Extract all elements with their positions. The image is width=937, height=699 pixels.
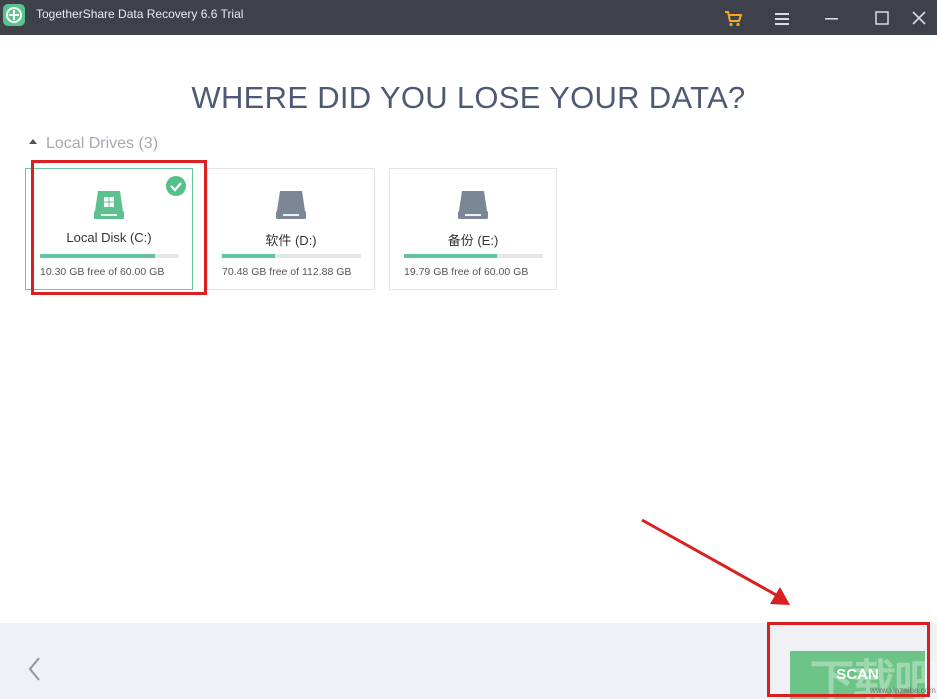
drive-label: 备份 (E:) xyxy=(447,233,499,248)
annotation-box-scan xyxy=(767,622,930,697)
back-button[interactable] xyxy=(24,655,44,683)
close-icon xyxy=(912,11,926,25)
menu-icon xyxy=(775,13,789,25)
maximize-icon xyxy=(875,11,889,25)
chevron-left-icon xyxy=(28,657,40,681)
menu-button[interactable] xyxy=(769,5,795,31)
cart-icon xyxy=(725,11,743,27)
minimize-button[interactable] xyxy=(819,5,845,31)
drive-icon xyxy=(458,191,488,219)
title-bar: TogetherShare Data Recovery 6.6 Trial xyxy=(0,0,937,35)
minimize-icon xyxy=(825,18,838,20)
drive-free-space: 19.79 GB free of 60.00 GB xyxy=(404,266,529,278)
window-title: TogetherShare Data Recovery 6.6 Trial xyxy=(36,7,244,21)
annotation-box-drive xyxy=(31,160,207,295)
maximize-button[interactable] xyxy=(869,5,895,31)
usage-bar xyxy=(404,254,543,258)
page-title: WHERE DID YOU LOSE YOUR DATA? xyxy=(191,80,746,115)
drive-card-d[interactable]: 软件 (D:) 70.48 GB free of 112.88 GB xyxy=(207,168,375,290)
section-title[interactable]: Local Drives (3) xyxy=(46,135,158,153)
drive-label: 软件 (D:) xyxy=(265,233,317,248)
drive-icon xyxy=(276,191,306,219)
usage-bar xyxy=(222,254,361,258)
drive-card-e[interactable]: 备份 (E:) 19.79 GB free of 60.00 GB xyxy=(389,168,557,290)
app-logo-icon xyxy=(3,4,25,26)
annotation-arrow-icon xyxy=(641,518,790,605)
collapse-triangle-icon[interactable] xyxy=(29,139,37,144)
close-button[interactable] xyxy=(907,5,931,31)
drive-free-space: 70.48 GB free of 112.88 GB xyxy=(222,266,352,278)
cart-button[interactable] xyxy=(720,5,746,31)
